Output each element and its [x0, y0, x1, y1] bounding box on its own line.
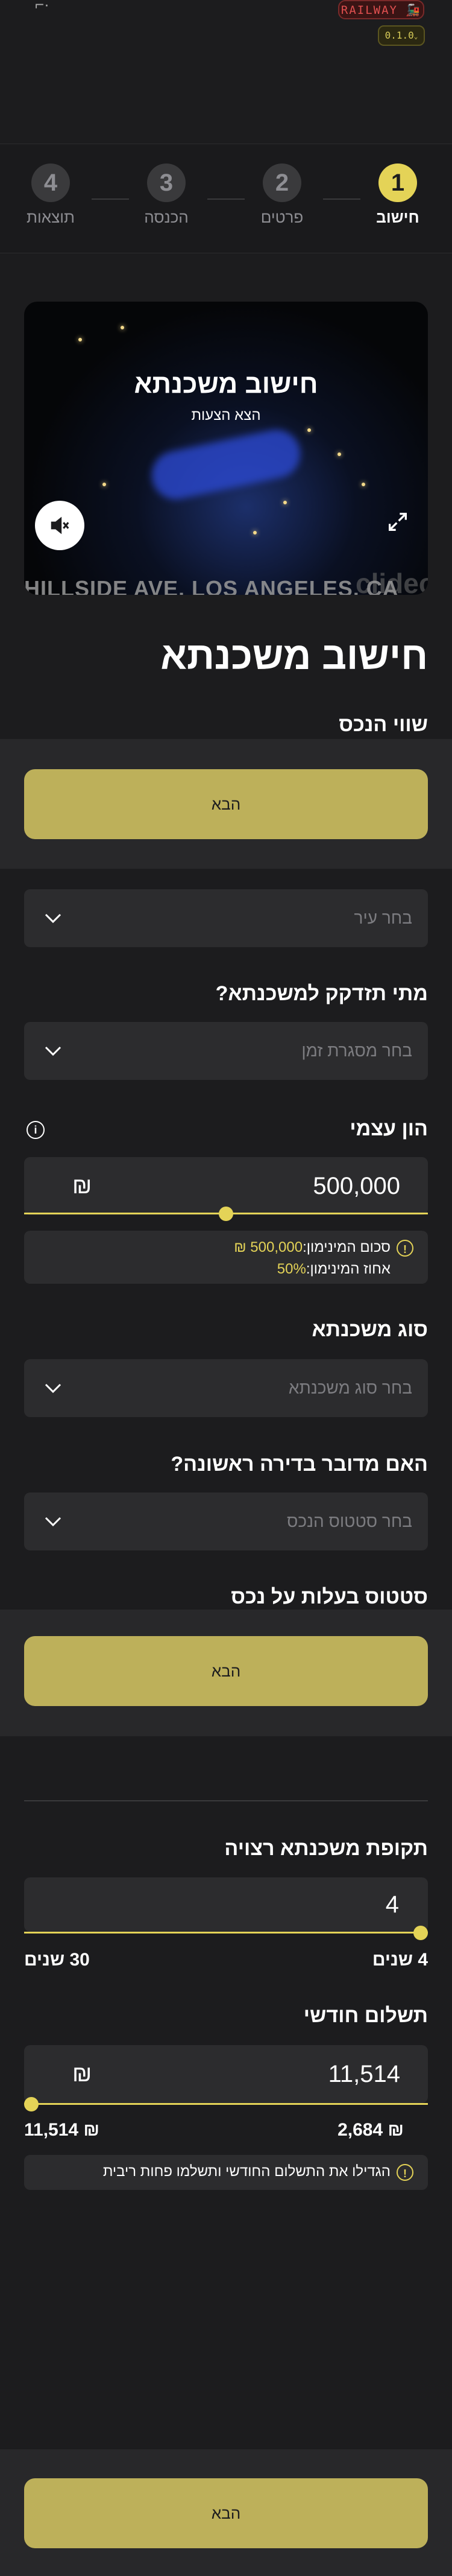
- mortgage-type-select[interactable]: בחר סוג משכנתא: [24, 1359, 428, 1417]
- mute-button[interactable]: [35, 501, 84, 550]
- speaker-muted-icon: [51, 516, 69, 535]
- ownership-status-label: סטטוס בעלות על נכס: [231, 1585, 428, 1608]
- step-details[interactable]: 2 פרטים: [246, 163, 318, 227]
- sticky-next-bar: הבא: [0, 1610, 452, 1736]
- bottom-next-bar: הבא: [0, 2449, 452, 2576]
- chevron-down-icon: ⌄: [413, 33, 418, 40]
- timeframe-label: מתי תזדקק למשכנתא?: [215, 982, 428, 1005]
- tip-text: הגדילו את התשלום החודשי ותשלמו פחות ריבי…: [102, 2163, 391, 2180]
- video-subtitle: הצא הצעות: [191, 407, 261, 424]
- version-badge: 0.1.0⌄: [378, 25, 425, 46]
- version-text: 0.1.0: [385, 30, 414, 41]
- video-light: [337, 452, 341, 456]
- step-label: פרטים: [260, 208, 304, 226]
- warning-icon: !: [397, 2163, 413, 2181]
- step-connector: [92, 198, 129, 200]
- monthly-min-label: ₪ 2,684: [337, 2120, 404, 2140]
- chevron-down-icon: [45, 1517, 61, 1527]
- equity-slider-thumb[interactable]: [219, 1207, 233, 1221]
- video-light: [283, 501, 287, 504]
- period-slider-thumb[interactable]: [413, 1926, 428, 1940]
- video-light: [362, 483, 365, 486]
- video-light: [102, 483, 106, 486]
- video-light: [78, 338, 82, 341]
- property-value-label: שווי הנכס: [339, 713, 428, 736]
- video-title: חישוב משכנתא: [134, 369, 318, 399]
- step-number: 1: [378, 163, 417, 202]
- currency-symbol: ₪: [72, 1173, 92, 1199]
- step-number: 2: [263, 163, 301, 202]
- monthly-tip-note: ! הגדילו את התשלום החודשי ותשלמו פחות ריב…: [24, 2155, 428, 2190]
- city-select[interactable]: בחר עיר: [24, 889, 428, 947]
- step-connector: [207, 198, 245, 200]
- monthly-payment-label: תשלום חודשי: [303, 2004, 428, 2027]
- mortgage-type-placeholder: בחר סוג משכנתא: [288, 1378, 412, 1397]
- first-apartment-placeholder: בחר סטטוס הנכס: [287, 1512, 412, 1531]
- sticky-next-bar: הבא: [0, 739, 452, 869]
- video-light: [253, 531, 257, 535]
- period-input[interactable]: 4: [24, 1877, 428, 1932]
- currency-symbol: ₪: [72, 2061, 92, 2087]
- corner-glyph: ⌐·: [35, 0, 49, 13]
- period-value: 4: [385, 1891, 399, 1918]
- chevron-down-icon: [45, 1046, 61, 1056]
- page-title: חישוב משכנתא: [160, 634, 428, 677]
- min-pct-line: אחוז המינימון:50%: [39, 1258, 413, 1280]
- min-sum-line: ! סכום המינימון:500,000 ₪: [39, 1237, 413, 1258]
- next-button[interactable]: הבא: [24, 769, 428, 839]
- min-sum-label: סכום המינימון:: [303, 1239, 391, 1255]
- step-calculation[interactable]: 1 חישוב: [362, 163, 434, 227]
- first-apartment-label: האם מדובר בדירה ראשונה?: [171, 1453, 428, 1476]
- period-label: תקופת משכנתא רצויה: [224, 1837, 428, 1860]
- video-street-caption: HILLSIDE AVE, LOS ANGELES, CA: [24, 576, 399, 595]
- expand-icon[interactable]: [386, 510, 410, 534]
- mortgage-type-label: סוג משכנתא: [312, 1318, 428, 1341]
- section-divider: [24, 1800, 428, 1801]
- period-slider-track[interactable]: [24, 1932, 428, 1934]
- first-apartment-select[interactable]: בחר סטטוס הנכס: [24, 1493, 428, 1550]
- step-number: 4: [31, 163, 70, 202]
- monthly-value: 11,514: [328, 2061, 400, 2087]
- equity-label: הון עצמי: [350, 1117, 428, 1140]
- monthly-slider-track[interactable]: [24, 2103, 428, 2105]
- period-max-label: 30 שנים: [24, 1950, 90, 1970]
- monthly-payment-input[interactable]: 11,514 ₪: [24, 2045, 428, 2103]
- equity-value: 500,000: [313, 1173, 400, 1199]
- min-pct-value: 50%: [277, 1261, 306, 1277]
- chevron-down-icon: [45, 913, 61, 924]
- info-icon[interactable]: i: [27, 1121, 45, 1139]
- timeframe-placeholder: בחר מסגרת זמן: [301, 1041, 412, 1060]
- hero-video[interactable]: חישוב משכנתא הצא הצעות clideo HILLSIDE A…: [24, 302, 428, 595]
- brand-badge: RAILWAY 🚂: [338, 0, 424, 19]
- min-pct-label: אחוז המינימון:: [306, 1261, 391, 1277]
- timeframe-select[interactable]: בחר מסגרת זמן: [24, 1022, 428, 1080]
- next-button[interactable]: הבא: [24, 1636, 428, 1706]
- next-button[interactable]: הבא: [24, 2478, 428, 2548]
- step-label: תוצאות: [27, 208, 75, 226]
- equity-minimum-note: ! סכום המינימון:500,000 ₪ אחוז המינימון:5…: [24, 1231, 428, 1284]
- period-min-label: 4 שנים: [372, 1950, 428, 1970]
- step-connector: [323, 198, 360, 200]
- min-sum-value: 500,000 ₪: [234, 1239, 303, 1255]
- monthly-slider-thumb[interactable]: [24, 2097, 39, 2111]
- chevron-down-icon: [45, 1383, 61, 1394]
- video-light: [121, 326, 124, 329]
- step-number: 3: [147, 163, 186, 202]
- step-label: הכנסה: [144, 208, 189, 226]
- monthly-max-label: ₪ 11,514: [24, 2120, 99, 2140]
- video-light: [307, 428, 311, 432]
- step-label: חישוב: [376, 208, 419, 226]
- step-results[interactable]: 4 תוצאות: [14, 163, 87, 227]
- tip-line: ! הגדילו את התשלום החודשי ותשלמו פחות ריב…: [39, 2161, 413, 2183]
- video-pool: [147, 425, 305, 504]
- warning-icon: !: [397, 1239, 413, 1257]
- step-income[interactable]: 3 הכנסה: [130, 163, 202, 227]
- city-placeholder: בחר עיר: [354, 909, 412, 927]
- stepper: 1 חישוב 2 פרטים 3 הכנסה 4 תוצאות: [0, 144, 452, 253]
